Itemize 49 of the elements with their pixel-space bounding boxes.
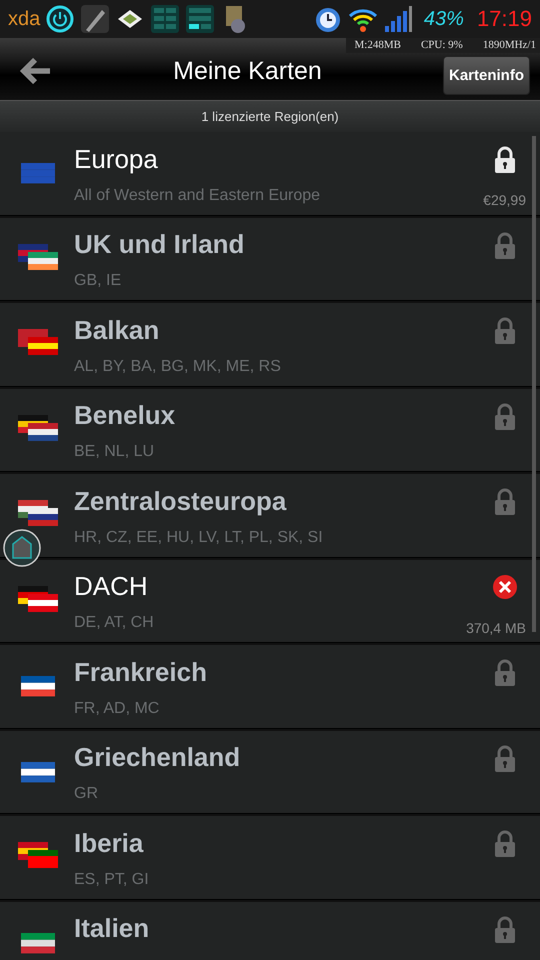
region-countries: AL, BY, BA, BG, MK, ME, RS (74, 358, 282, 376)
region-name: Europa (74, 144, 159, 175)
region-row[interactable]: Europa All of Western and Eastern Europe €29,99 (0, 132, 540, 216)
grid-icon (150, 4, 180, 34)
region-name: Italien (74, 913, 150, 944)
region-row[interactable]: Italien (0, 902, 540, 960)
grid-icon (185, 4, 216, 34)
region-row[interactable]: Balkan AL, BY, BA, BG, MK, ME, RS (0, 303, 540, 386)
region-name: Iberia (74, 828, 144, 859)
floating-home-icon[interactable] (2, 528, 42, 568)
signal-icon (382, 4, 413, 34)
license-count: 1 lizenzierte Region(en) (0, 100, 540, 132)
region-name: Zentralosteuropa (74, 486, 288, 517)
region-countries: GR (74, 785, 99, 804)
region-info: €29,99 (483, 192, 526, 208)
region-name: Griechenland (74, 742, 242, 774)
region-name: UK und Irland (74, 229, 246, 260)
region-row[interactable]: UK und Irland GB, IE (0, 218, 540, 301)
region-countries: All of Western and Eastern Europe (74, 186, 322, 205)
memory-reading: M:248MB (354, 39, 401, 51)
delete-icon[interactable] (492, 574, 518, 600)
lock-icon[interactable] (494, 146, 516, 174)
cpu-reading: CPU: 9% (420, 39, 463, 51)
screen-title: Meine Karten (172, 56, 323, 86)
region-row[interactable]: DACH DE, AT, CH 370,4 MB (0, 560, 540, 643)
region-row[interactable]: Zentralosteuropa HR, CZ, EE, HU, LV, LT, PL, SK, SI (0, 474, 540, 558)
frequency-reading: 1890MHz/1 (482, 39, 536, 51)
region-name: Balkan (74, 314, 160, 346)
region-info: 370,4 MB (466, 620, 526, 636)
battery-level: 43% (424, 8, 464, 30)
clock: 17:19 (476, 6, 532, 32)
region-name: DACH (74, 571, 149, 602)
region-countries: DE, AT, CH (74, 614, 155, 632)
region-row[interactable]: Iberia ES, PT, GI (0, 816, 540, 900)
map-info-button[interactable]: Karteninfo (443, 56, 530, 94)
back-icon[interactable] (20, 57, 52, 85)
region-countries: HR, CZ, EE, HU, LV, LT, PL, SK, SI (74, 528, 324, 547)
region-row[interactable]: Frankreich FR, AD, MC (0, 645, 540, 728)
region-countries: GB, IE (74, 272, 122, 290)
region-countries: ES, PT, GI (74, 870, 150, 889)
xda-logo: xda (8, 8, 40, 30)
power-icon (45, 4, 76, 34)
region-name: Benelux (74, 400, 176, 432)
region-row[interactable]: Benelux BE, NL, LU (0, 388, 540, 472)
region-countries: BE, NL, LU (74, 443, 156, 462)
region-row[interactable]: Griechenland GR (0, 730, 540, 814)
region-name: Frankreich (74, 656, 208, 688)
region-countries: FR, AD, MC (74, 700, 160, 718)
tool-icon (80, 4, 110, 34)
